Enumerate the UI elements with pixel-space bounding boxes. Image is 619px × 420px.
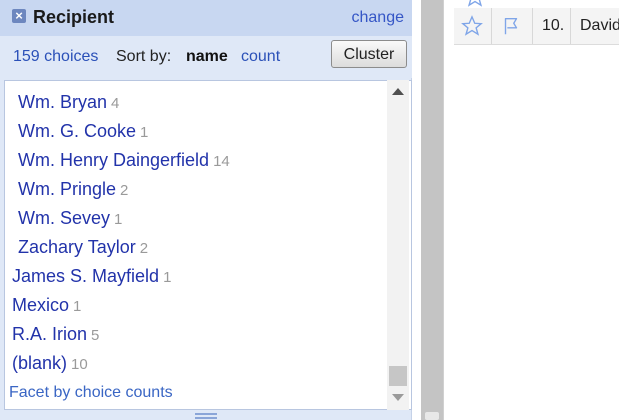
panel-divider[interactable]: [421, 0, 443, 420]
table-cell[interactable]: David: [580, 17, 619, 35]
close-icon[interactable]: ×: [12, 9, 26, 23]
facet-choice-item[interactable]: Wm. G. Cooke 1: [18, 121, 148, 142]
scroll-down-arrow-icon[interactable]: [392, 394, 404, 401]
facet-header: × Recipient change: [0, 0, 412, 36]
facet-choice-item[interactable]: Wm. Pringle 2: [18, 179, 128, 200]
facet-choice-item[interactable]: (blank) 10: [12, 353, 88, 374]
facet-choice-item[interactable]: Wm. Sevey 1: [18, 208, 122, 229]
facet-by-choice-counts-link[interactable]: Facet by choice counts: [9, 384, 173, 402]
facet-choice-list: Wm. Bryan 4 Wm. G. Cooke 1 Wm. Henry Daing…: [4, 80, 412, 410]
list-scrollbar[interactable]: [387, 80, 409, 410]
cell-divider: [570, 8, 571, 44]
facet-choice-item[interactable]: James S. Mayfield 1: [12, 266, 171, 287]
choice-name[interactable]: Wm. G. Cooke: [18, 121, 136, 141]
divider-handle[interactable]: [425, 412, 439, 420]
choice-name[interactable]: R.A. Irion: [12, 324, 87, 344]
choice-count: 5: [91, 327, 100, 344]
facet-choice-item[interactable]: Wm. Henry Daingerfield 14: [18, 150, 230, 171]
facet-choice-item[interactable]: Wm. Bryan 4: [18, 92, 119, 113]
data-grid: 10. David: [443, 0, 619, 420]
cell-divider: [491, 8, 492, 44]
choice-count: 1: [114, 211, 123, 228]
flag-icon[interactable]: [500, 15, 522, 37]
scroll-up-arrow-icon[interactable]: [392, 88, 404, 95]
choice-name[interactable]: Mexico: [12, 295, 69, 315]
choice-count: 4: [111, 95, 120, 112]
cluster-button[interactable]: Cluster: [331, 40, 407, 68]
choice-count: 10: [71, 356, 88, 373]
facet-choice-item[interactable]: Zachary Taylor 2: [18, 237, 148, 258]
facet-choice-item[interactable]: Mexico 1: [12, 295, 81, 316]
change-link[interactable]: change: [352, 9, 405, 27]
choice-count: 1: [73, 298, 82, 315]
facet-choice-item[interactable]: R.A. Irion 5: [12, 324, 99, 345]
choice-count: 2: [120, 182, 129, 199]
choice-count: 2: [139, 240, 149, 257]
choice-name[interactable]: (blank): [12, 353, 67, 373]
row-number: 10.: [542, 17, 565, 34]
resize-grip-icon[interactable]: [195, 413, 217, 419]
facet-panel: × Recipient change 159 choices Sort by: …: [0, 0, 412, 420]
choice-count: 1: [140, 124, 149, 141]
choice-count: 14: [213, 153, 230, 170]
scroll-thumb[interactable]: [389, 366, 407, 386]
table-row: 10. David: [454, 8, 619, 45]
choice-name[interactable]: Wm. Sevey: [18, 208, 110, 228]
choice-name[interactable]: Wm. Pringle: [18, 179, 116, 199]
star-icon[interactable]: [464, 0, 486, 8]
sort-by-name[interactable]: name: [186, 48, 228, 66]
choice-name[interactable]: James S. Mayfield: [12, 266, 159, 286]
star-icon[interactable]: [461, 15, 483, 37]
facet-title: Recipient: [33, 7, 115, 27]
sort-by-count[interactable]: count: [241, 48, 280, 66]
choice-name[interactable]: Wm. Bryan: [18, 92, 107, 112]
sort-by-label: Sort by:: [116, 48, 172, 65]
choice-name[interactable]: Wm. Henry Daingerfield: [18, 150, 209, 170]
choice-name[interactable]: Zachary Taylor: [18, 237, 136, 257]
facet-controls: 159 choices Sort by: name count Cluster: [0, 36, 412, 78]
cell-divider: [532, 8, 533, 44]
choices-count: 159 choices: [13, 48, 99, 65]
choice-count: 1: [163, 269, 172, 286]
